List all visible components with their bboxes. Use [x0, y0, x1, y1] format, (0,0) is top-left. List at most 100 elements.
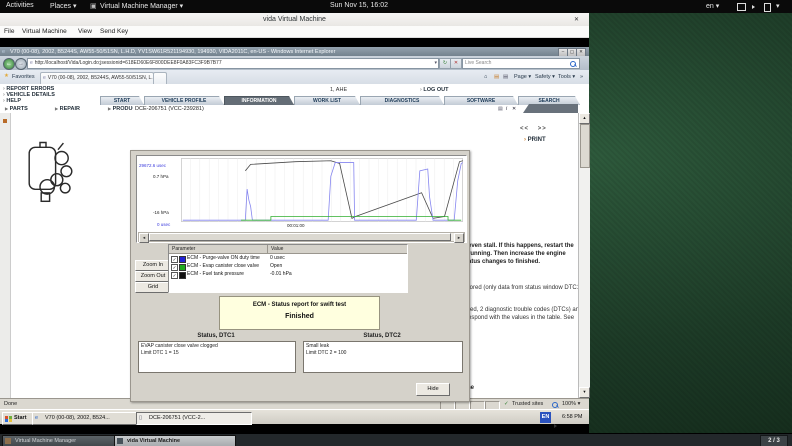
- scrollbar-thumb[interactable]: [580, 124, 590, 168]
- window-button-vida-active[interactable]: vida Virtual Machine: [114, 435, 236, 446]
- parameter-table: Parameter Value ✓ ECM - Purge-valve ON d…: [168, 244, 408, 293]
- scroll-down-icon[interactable]: ▼: [579, 387, 590, 398]
- dtc2-box: Small leak Limit DTC 2 = 100: [303, 341, 463, 373]
- page-scrollbar[interactable]: ▲ ▼: [578, 113, 590, 398]
- vmm-icon: [5, 438, 11, 444]
- feed-icon[interactable]: ▤: [494, 74, 499, 80]
- y-axis-label-zero-usec: 0 usec: [157, 222, 171, 227]
- menu-file[interactable]: File: [4, 28, 14, 35]
- overflow-icon[interactable]: »: [580, 74, 583, 80]
- language-indicator[interactable]: en ▾: [706, 2, 719, 10]
- window-button-vmm[interactable]: Virtual Machine Manager: [2, 435, 128, 446]
- chevron-down-icon[interactable]: ▾: [434, 59, 437, 68]
- y-axis-label-max-hpa: 0.7 hPa: [153, 174, 169, 179]
- scroll-up-icon[interactable]: ▲: [579, 113, 590, 124]
- tools-menu[interactable]: Tools ▾: [558, 74, 575, 80]
- next-page-icon[interactable]: >>: [538, 126, 547, 132]
- close-icon[interactable]: ✕: [512, 106, 516, 112]
- vm-window-titlebar[interactable]: vida Virtual Machine ✕: [0, 13, 589, 27]
- logout-link[interactable]: › LOG OUT: [420, 87, 448, 93]
- screen: Activities Places ▾ ▣ Virtual Machine Ma…: [0, 0, 792, 446]
- table-row[interactable]: ✓ ECM - Purge-valve ON duty time 0 usec: [169, 254, 407, 263]
- ie-titlebar[interactable]: e V70 (00-08), 2002, B5244S, AW55-50/51S…: [0, 47, 589, 57]
- clock[interactable]: Sun Nov 15, 16:02: [330, 2, 388, 9]
- star-icon[interactable]: ★: [4, 73, 9, 79]
- engine-illustration: [22, 135, 82, 210]
- activities-button[interactable]: Activities: [6, 2, 34, 9]
- y-axis-label-min-hpa: -16 hPa: [153, 210, 169, 215]
- series-color-swatch: [179, 271, 186, 279]
- security-zone: Trusted sites: [512, 401, 544, 407]
- close-icon[interactable]: ✕: [574, 16, 579, 23]
- home-icon[interactable]: ⌂: [484, 74, 487, 80]
- user-id: 1, AHE: [330, 87, 348, 93]
- battery-icon: [764, 2, 771, 12]
- print-icon[interactable]: ▤: [498, 106, 503, 112]
- search-icon[interactable]: [570, 61, 576, 68]
- vmm-menu[interactable]: Virtual Machine Manager ▾: [100, 2, 183, 10]
- system-menu-chevron-icon[interactable]: ▾: [776, 2, 780, 10]
- vm-menubar: File Virtual Machine View Send Key: [0, 26, 589, 38]
- zoom-level[interactable]: 100% ▾: [562, 401, 580, 407]
- volume-icon: [752, 4, 755, 11]
- info-icon[interactable]: i: [506, 106, 507, 112]
- windows-taskbar: Start e V70 (00-08), 2002, B524... ▯ DCE…: [0, 409, 589, 428]
- document-icon: ▯: [139, 415, 143, 421]
- ie-icon: e: [35, 415, 39, 421]
- display-icon: [737, 3, 746, 11]
- print-icon[interactable]: ▤: [503, 74, 508, 80]
- workspace-indicator[interactable]: 2 / 3: [760, 435, 788, 446]
- breadcrumb-parts[interactable]: ▶ PARTS: [5, 106, 28, 112]
- breadcrumb-repair[interactable]: ▶ REPAIR: [55, 106, 80, 112]
- nav-marker: [3, 119, 7, 123]
- scroll-left-icon[interactable]: ◄: [139, 233, 149, 243]
- ie-title: V70 (00-08), 2002, B5244S, AW55-50/51SN,…: [10, 48, 336, 55]
- x-axis-tick-label: 00:01:00: [287, 223, 305, 228]
- chart-h-scrollbar[interactable]: ◄ ►: [138, 232, 465, 243]
- back-icon[interactable]: ←: [3, 57, 15, 70]
- menu-send-key[interactable]: Send Key: [100, 28, 128, 35]
- favorites-button[interactable]: Favorites: [12, 74, 35, 80]
- table-row[interactable]: ✓ ECM - Fuel tank pressure -0.01 hPa: [169, 270, 407, 279]
- chart-panel: 29672.6 usec 0.7 hPa -16 hPa 0 usec 00:0…: [136, 155, 467, 243]
- print-link[interactable]: › PRINT: [524, 137, 546, 143]
- volume-icon[interactable]: [554, 415, 557, 433]
- grid-button[interactable]: Grid: [135, 282, 171, 293]
- h-scroll-thumb[interactable]: [149, 233, 451, 241]
- status-done: Done: [4, 401, 18, 407]
- hide-button[interactable]: Hide: [416, 383, 450, 396]
- scroll-right-icon[interactable]: ►: [454, 233, 464, 243]
- menu-view[interactable]: View: [78, 28, 92, 35]
- table-row[interactable]: ✓ ECM - Evap canister close valve Open: [169, 262, 407, 271]
- url-input[interactable]: e http://localhost/Vida/Login.do;jsession…: [27, 58, 439, 69]
- clock-tray[interactable]: 6:58 PM: [562, 414, 582, 420]
- menu-virtual-machine[interactable]: Virtual Machine: [22, 28, 67, 35]
- zoom-in-button[interactable]: Zoom In: [135, 260, 171, 271]
- taskbar-item-doc-active[interactable]: ▯ DCE-206751 (VCC-2...: [136, 412, 252, 425]
- vida-tab-bar: START VEHICLE PROFILE INFORMATION WORK L…: [0, 96, 589, 104]
- vida-vm-icon: [117, 438, 123, 444]
- table-header: Parameter Value: [169, 245, 407, 254]
- dtc1-box: EVAP canister close valve clogged Limit …: [138, 341, 296, 373]
- page-menu[interactable]: Page ▾: [514, 74, 531, 80]
- doc-header-row: ▶ PARTS ▶ REPAIR ▶ PRODUCT SPECIFICA DCE…: [0, 104, 589, 113]
- vm-display: e V70 (00-08), 2002, B5244S, AW55-50/51S…: [0, 37, 590, 433]
- stop-icon[interactable]: ✕: [450, 58, 462, 69]
- tab-favicon: e: [43, 75, 46, 81]
- taskbar-item-ie[interactable]: e V70 (00-08), 2002, B524...: [32, 412, 146, 425]
- zoom-out-button[interactable]: Zoom Out: [135, 271, 171, 282]
- vmm-app-icon: ▣: [90, 3, 97, 10]
- chevron-down-icon: ▾: [179, 3, 184, 10]
- keyboard-layout-indicator[interactable]: EN: [540, 412, 551, 423]
- safety-menu[interactable]: Safety ▾: [535, 74, 555, 80]
- col-parameter: Parameter: [172, 246, 196, 252]
- tab-strip-filler: [523, 104, 578, 113]
- search-input[interactable]: Live Search: [462, 58, 580, 69]
- checkbox-icon[interactable]: ✓: [171, 271, 178, 279]
- status-report-box: ECM - Status report for swift test Finis…: [219, 296, 380, 330]
- left-nav-strip: [0, 113, 11, 398]
- forward-icon[interactable]: →: [15, 57, 27, 70]
- prev-page-icon[interactable]: <<: [520, 126, 529, 132]
- document-id: DCE-206751 (VCC-239281): [133, 105, 206, 112]
- places-menu[interactable]: Places ▾: [50, 2, 76, 10]
